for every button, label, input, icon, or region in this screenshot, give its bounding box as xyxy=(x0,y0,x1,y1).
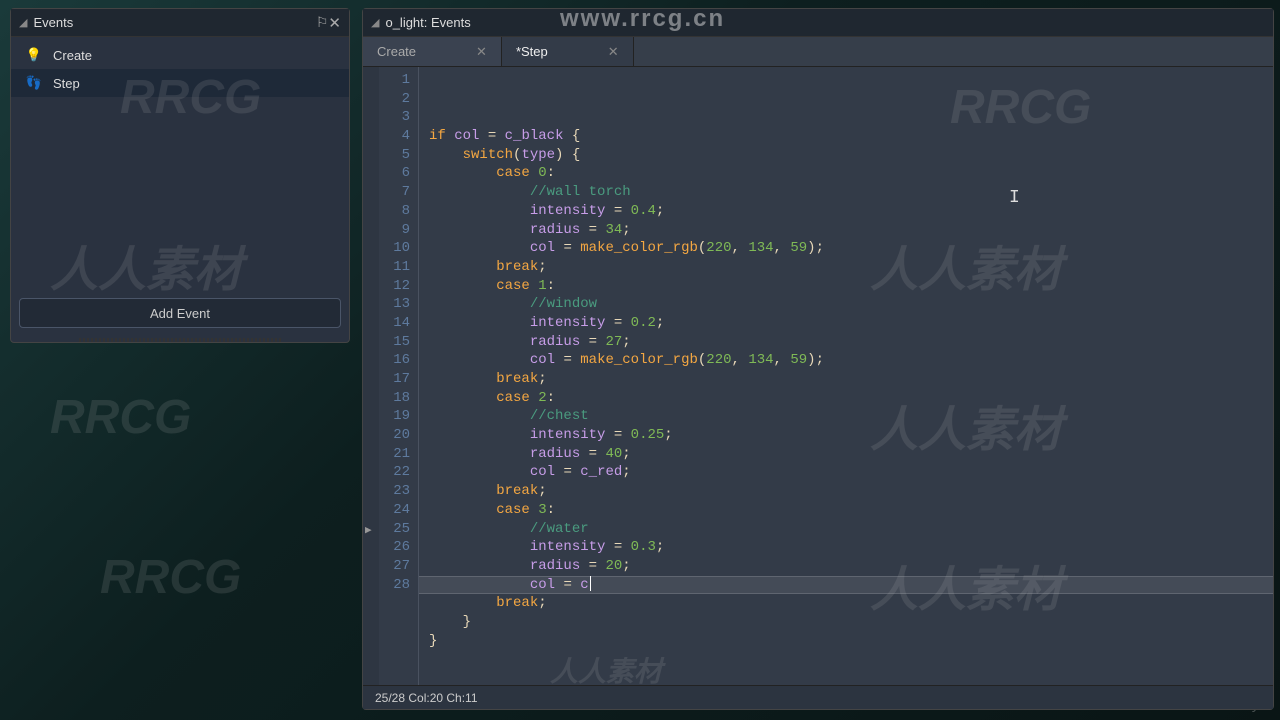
close-icon[interactable]: ✕ xyxy=(328,14,341,32)
tab-step[interactable]: *Step ✕ xyxy=(502,37,634,66)
execution-arrow-icon: ▶ xyxy=(365,522,372,541)
code-line[interactable]: radius = 34; xyxy=(429,221,1273,240)
bulb-icon: 💡 xyxy=(25,47,43,63)
line-number: 11 xyxy=(379,258,410,277)
flag-icon[interactable]: ⚐ xyxy=(316,14,329,31)
text-cursor-icon: I xyxy=(1009,189,1020,208)
event-item-label: Step xyxy=(53,76,80,91)
code-area[interactable]: ▶ 12345678910111213141516171819202122232… xyxy=(363,67,1273,685)
code-line[interactable]: case 3: xyxy=(429,501,1273,520)
code-line[interactable]: if col = c_black { xyxy=(429,127,1273,146)
event-list: 💡 Create 👣 Step xyxy=(11,37,349,292)
line-number: 15 xyxy=(379,333,410,352)
editor-tabs: Create ✕ *Step ✕ xyxy=(363,37,1273,67)
events-panel-header: ◢ Events ⚐ ✕ xyxy=(11,9,349,37)
code-line[interactable]: } xyxy=(429,613,1273,632)
watermark-rrcg: RRCG xyxy=(100,550,241,605)
cursor-position: 25/28 Col:20 Ch:11 xyxy=(375,691,478,705)
code-line[interactable]: } xyxy=(429,632,1273,651)
events-panel: ◢ Events ⚐ ✕ 💡 Create 👣 Step Add Event xyxy=(10,8,350,343)
panel-corner-icon: ◢ xyxy=(371,16,379,29)
code-line[interactable]: case 1: xyxy=(429,277,1273,296)
line-number: 23 xyxy=(379,482,410,501)
line-number: 1 xyxy=(379,71,410,90)
code-line[interactable]: case 0: xyxy=(429,164,1273,183)
code-line[interactable]: col = c_red; xyxy=(429,463,1273,482)
code-content[interactable]: I if col = c_black { switch(type) { case… xyxy=(419,67,1273,685)
line-number: 9 xyxy=(379,221,410,240)
code-line[interactable]: col = c xyxy=(429,576,1273,595)
line-number: 2 xyxy=(379,90,410,109)
code-line[interactable]: break; xyxy=(429,258,1273,277)
line-number: 26 xyxy=(379,538,410,557)
line-number: 17 xyxy=(379,370,410,389)
code-line[interactable]: intensity = 0.25; xyxy=(429,426,1273,445)
line-number: 22 xyxy=(379,463,410,482)
watermark-rrcg: RRCG xyxy=(50,390,191,445)
code-line[interactable]: break; xyxy=(429,370,1273,389)
code-line[interactable]: radius = 27; xyxy=(429,333,1273,352)
code-line[interactable]: col = make_color_rgb(220, 134, 59); xyxy=(429,239,1273,258)
line-number: 21 xyxy=(379,445,410,464)
add-event-button[interactable]: Add Event xyxy=(19,298,341,328)
line-number: 28 xyxy=(379,576,410,595)
tab-create[interactable]: Create ✕ xyxy=(363,37,502,66)
line-number: 8 xyxy=(379,202,410,221)
tab-close-icon[interactable]: ✕ xyxy=(476,44,487,60)
code-line[interactable]: break; xyxy=(429,482,1273,501)
editor-title: o_light: Events xyxy=(385,15,470,30)
panel-grabber[interactable] xyxy=(79,338,282,342)
step-icon: 👣 xyxy=(25,75,43,91)
breakpoint-gutter[interactable]: ▶ xyxy=(363,67,379,685)
line-number: 18 xyxy=(379,389,410,408)
code-line[interactable]: //water xyxy=(429,520,1273,539)
line-number: 7 xyxy=(379,183,410,202)
tab-label: *Step xyxy=(516,44,548,59)
events-panel-title: Events xyxy=(33,15,135,30)
code-line[interactable]: //chest xyxy=(429,407,1273,426)
line-number: 25 xyxy=(379,520,410,539)
code-line[interactable]: intensity = 0.4; xyxy=(429,202,1273,221)
line-number: 5 xyxy=(379,146,410,165)
event-item-label: Create xyxy=(53,48,92,63)
code-line[interactable]: //window xyxy=(429,295,1273,314)
line-number: 12 xyxy=(379,277,410,296)
panel-corner-icon: ◢ xyxy=(19,16,27,29)
line-number: 4 xyxy=(379,127,410,146)
line-number: 19 xyxy=(379,407,410,426)
line-number: 16 xyxy=(379,351,410,370)
tab-close-icon[interactable]: ✕ xyxy=(608,44,619,60)
tab-label: Create xyxy=(377,44,416,59)
line-number-gutter: 1234567891011121314151617181920212223242… xyxy=(379,67,419,685)
code-line[interactable]: col = make_color_rgb(220, 134, 59); xyxy=(429,351,1273,370)
code-line[interactable]: case 2: xyxy=(429,389,1273,408)
editor-status-bar: 25/28 Col:20 Ch:11 xyxy=(363,685,1273,709)
line-number: 6 xyxy=(379,164,410,183)
code-line[interactable]: //wall torch xyxy=(429,183,1273,202)
line-number: 20 xyxy=(379,426,410,445)
line-number: 14 xyxy=(379,314,410,333)
event-item-create[interactable]: 💡 Create xyxy=(11,41,349,69)
code-line[interactable]: radius = 20; xyxy=(429,557,1273,576)
editor-panel: ◢ o_light: Events Create ✕ *Step ✕ ▶ 123… xyxy=(362,8,1274,710)
line-number: 24 xyxy=(379,501,410,520)
code-line[interactable]: break; xyxy=(429,594,1273,613)
line-number: 13 xyxy=(379,295,410,314)
event-item-step[interactable]: 👣 Step xyxy=(11,69,349,97)
code-line[interactable]: radius = 40; xyxy=(429,445,1273,464)
code-line[interactable]: intensity = 0.2; xyxy=(429,314,1273,333)
editor-header: ◢ o_light: Events xyxy=(363,9,1273,37)
line-number: 10 xyxy=(379,239,410,258)
text-caret xyxy=(590,576,591,591)
line-number: 27 xyxy=(379,557,410,576)
code-line[interactable]: switch(type) { xyxy=(429,146,1273,165)
line-number: 3 xyxy=(379,108,410,127)
code-line[interactable]: intensity = 0.3; xyxy=(429,538,1273,557)
